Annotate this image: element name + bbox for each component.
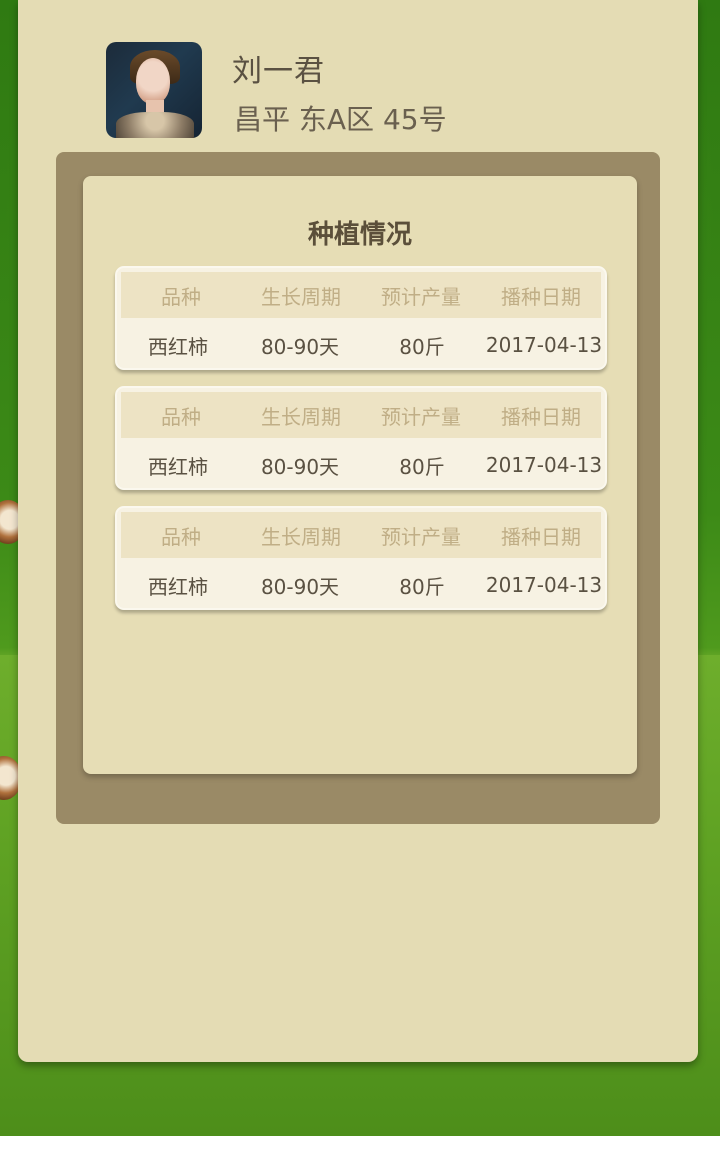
record-value-row: 西红柿 80-90天 80斤 2017-04-13 bbox=[117, 562, 605, 608]
col-cycle-header: 生长周期 bbox=[261, 524, 341, 549]
col-yield-header: 预计产量 bbox=[381, 284, 461, 309]
user-address: 昌平 东A区 45号 bbox=[234, 103, 447, 136]
planting-panel: 种植情况 品种 生长周期 预计产量 播种日期 西红柿 80-90天 80斤 20… bbox=[83, 176, 637, 774]
panel-title: 种植情况 bbox=[307, 220, 412, 250]
col-yield-header: 预计产量 bbox=[381, 404, 461, 429]
record-header-row: 品种 生长周期 预计产量 播种日期 bbox=[121, 512, 601, 558]
date-value: 2017-04-13 bbox=[485, 573, 603, 597]
date-value: 2017-04-13 bbox=[485, 453, 603, 477]
col-variety-header: 品种 bbox=[161, 524, 201, 549]
record-header-row: 品种 生长周期 预计产量 播种日期 bbox=[121, 392, 601, 438]
col-cycle-header: 生长周期 bbox=[261, 284, 341, 309]
bottom-strip bbox=[0, 1136, 720, 1152]
planting-record[interactable]: 品种 生长周期 预计产量 播种日期 西红柿 80-90天 80斤 2017-04… bbox=[115, 266, 607, 370]
col-date-header: 播种日期 bbox=[501, 524, 581, 549]
planting-record[interactable]: 品种 生长周期 预计产量 播种日期 西红柿 80-90天 80斤 2017-04… bbox=[115, 506, 607, 610]
yield-value: 80斤 bbox=[399, 334, 445, 359]
col-date-header: 播种日期 bbox=[501, 404, 581, 429]
avatar-face bbox=[136, 58, 170, 104]
col-variety-header: 品种 bbox=[161, 404, 201, 429]
avatar-shoulders bbox=[116, 112, 194, 138]
variety-value: 西红柿 bbox=[148, 454, 208, 479]
variety-value: 西红柿 bbox=[148, 574, 208, 599]
cycle-value: 80-90天 bbox=[260, 334, 340, 359]
col-yield-header: 预计产量 bbox=[381, 524, 461, 549]
record-value-row: 西红柿 80-90天 80斤 2017-04-13 bbox=[117, 442, 605, 488]
planting-record[interactable]: 品种 生长周期 预计产量 播种日期 西红柿 80-90天 80斤 2017-04… bbox=[115, 386, 607, 490]
record-header-row: 品种 生长周期 预计产量 播种日期 bbox=[121, 272, 601, 318]
user-name: 刘一君 bbox=[232, 54, 325, 89]
yield-value: 80斤 bbox=[399, 454, 445, 479]
cycle-value: 80-90天 bbox=[260, 574, 340, 599]
cycle-value: 80-90天 bbox=[260, 454, 340, 479]
date-value: 2017-04-13 bbox=[485, 333, 603, 357]
col-variety-header: 品种 bbox=[161, 284, 201, 309]
yield-value: 80斤 bbox=[399, 574, 445, 599]
record-value-row: 西红柿 80-90天 80斤 2017-04-13 bbox=[117, 322, 605, 368]
profile-card: 刘一君 昌平 东A区 45号 种植情况 品种 生长周期 预计产量 播种日期 西红… bbox=[18, 0, 698, 1062]
col-cycle-header: 生长周期 bbox=[261, 404, 341, 429]
variety-value: 西红柿 bbox=[148, 334, 208, 359]
planting-frame: 种植情况 品种 生长周期 预计产量 播种日期 西红柿 80-90天 80斤 20… bbox=[56, 152, 660, 824]
col-date-header: 播种日期 bbox=[501, 284, 581, 309]
user-avatar[interactable] bbox=[106, 42, 202, 138]
